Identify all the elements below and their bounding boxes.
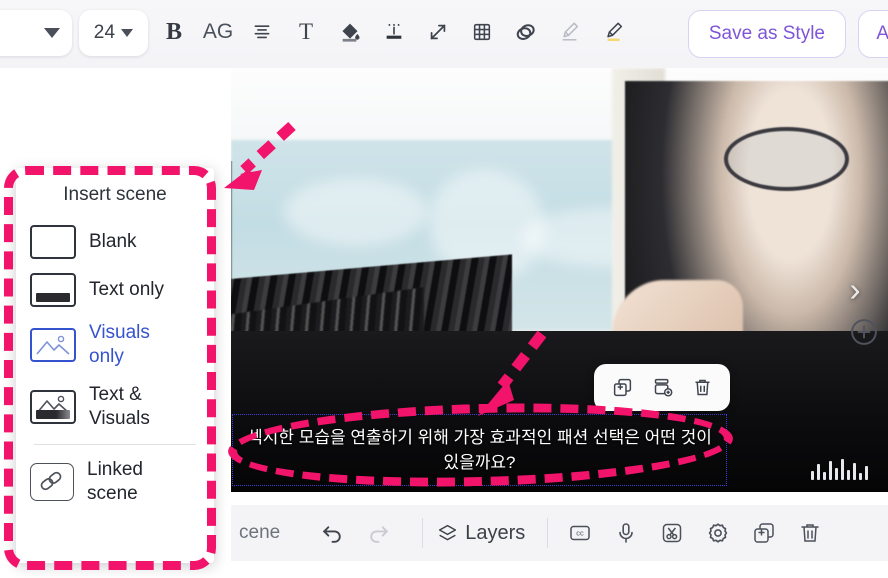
text-style-icon[interactable]: T	[289, 12, 323, 52]
delete-scene-icon[interactable]	[792, 515, 828, 551]
linked-scene-icon	[30, 463, 74, 501]
layer-add-icon[interactable]	[646, 372, 678, 404]
captions-icon[interactable]: cc	[562, 515, 598, 551]
add-scene-label[interactable]: cene	[239, 522, 280, 544]
menu-item-text-only[interactable]: Text only	[16, 266, 214, 314]
menu-item-label: Visuals only	[89, 322, 150, 367]
menu-item-label: Blank	[89, 231, 137, 252]
menu-item-linked-scene[interactable]: Linked scene	[16, 451, 214, 513]
save-as-style-button[interactable]: Save as Style	[687, 10, 846, 58]
cut-icon[interactable]	[654, 515, 690, 551]
add-scene-button[interactable]	[844, 312, 884, 352]
font-case-icon[interactable]: AG	[201, 12, 235, 52]
video-highlight	[283, 178, 429, 247]
menu-item-text-and-visuals[interactable]: Text & Visuals	[16, 376, 214, 438]
redo-icon[interactable]	[360, 515, 396, 551]
menu-item-visuals-only[interactable]: Visuals only	[16, 314, 214, 376]
chevron-down-icon	[121, 29, 134, 37]
text-and-visuals-scene-icon	[30, 390, 76, 424]
text-background-icon[interactable]	[377, 12, 411, 52]
style-action-buttons: Save as Style Ap	[687, 10, 888, 58]
insert-scene-title: Insert scene	[63, 184, 167, 205]
scene-bottom-toolbar: cene Layers cc	[231, 505, 888, 561]
menu-item-label: Linked scene	[87, 459, 143, 504]
subtitle-text: 섹시한 모습을 연출하기 위해 가장 효과적인 패션 선택은 어떤 것이 있을까…	[247, 428, 712, 472]
bold-icon[interactable]: B	[157, 12, 191, 52]
font-family-select[interactable]: ..	[0, 10, 72, 56]
chevron-down-icon	[44, 28, 60, 38]
opacity-icon[interactable]	[509, 12, 543, 52]
layers-button[interactable]: Layers	[437, 522, 525, 545]
undo-icon[interactable]	[314, 515, 350, 551]
layers-label: Layers	[465, 521, 526, 544]
grid-icon[interactable]	[465, 12, 499, 52]
menu-item-blank[interactable]: Blank	[16, 218, 214, 266]
settings-gear-icon[interactable]	[700, 515, 736, 551]
svg-text:cc: cc	[577, 529, 585, 538]
menu-item-label: Text only	[89, 279, 164, 300]
microphone-icon[interactable]	[608, 515, 644, 551]
element-float-toolbar[interactable]	[594, 364, 730, 411]
text-only-scene-icon	[30, 273, 76, 307]
text-format-toolbar: .. 24 B AG T	[0, 0, 888, 68]
format-icon-strip: B AG T	[157, 12, 631, 52]
font-size-select[interactable]: 24	[79, 10, 148, 56]
delete-element-icon[interactable]	[686, 372, 718, 404]
audio-waveform-icon	[811, 456, 868, 480]
menu-divider	[34, 444, 196, 445]
video-glasses	[723, 127, 849, 191]
apply-button[interactable]: Ap	[858, 10, 888, 58]
duplicate-element-icon[interactable]	[606, 372, 638, 404]
insert-scene-menu[interactable]: Insert scene Blank Text only Visuals onl…	[16, 168, 214, 563]
highlighter-off-icon[interactable]	[553, 12, 587, 52]
menu-item-label: Text & Visuals	[89, 384, 150, 429]
resize-icon[interactable]	[421, 12, 455, 52]
blank-scene-icon	[30, 225, 76, 259]
fill-color-icon[interactable]	[333, 12, 367, 52]
next-scene-chevron-icon[interactable]: ›	[838, 268, 872, 312]
text-align-icon[interactable]	[245, 12, 279, 52]
visuals-only-scene-icon	[30, 328, 76, 362]
highlighter-on-icon[interactable]	[597, 12, 631, 52]
duplicate-scene-icon[interactable]	[746, 515, 782, 551]
font-size-value: 24	[93, 22, 116, 43]
subtitle-text-element[interactable]: 섹시한 모습을 연출하기 위해 가장 효과적인 패션 선택은 어떤 것이 있을까…	[232, 414, 727, 486]
